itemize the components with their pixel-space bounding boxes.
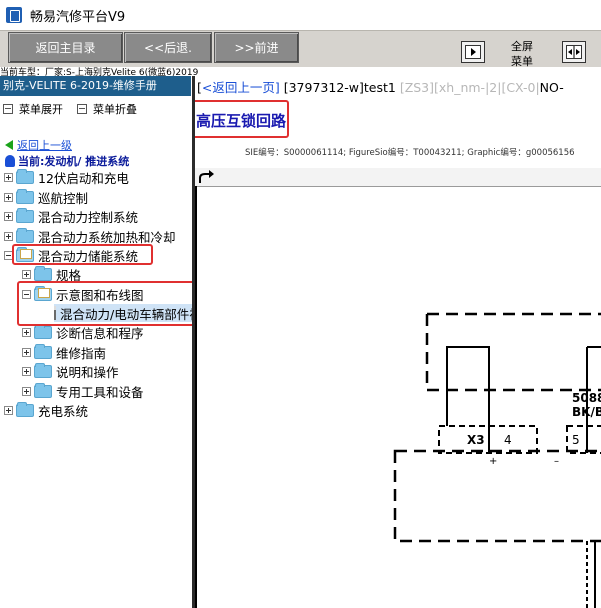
wire-color: BK/B <box>572 405 601 419</box>
split-view-button[interactable] <box>562 41 586 63</box>
tree-item-cruise-control[interactable]: 巡航控制 <box>4 188 88 206</box>
highlight-storage-system <box>12 244 153 265</box>
panel-right-icon <box>465 45 481 59</box>
document-ids: SIE编号：S0000061114; FigureSio编号：T00043211… <box>245 148 575 158</box>
expand-icon[interactable] <box>4 231 13 241</box>
tree-item-hybrid-heating[interactable]: 混合动力系统加热和冷却 <box>4 227 176 245</box>
upper-component-outline <box>425 314 601 392</box>
minus-sign: – <box>554 456 559 467</box>
tree-item-description[interactable]: 说明和操作 <box>22 362 119 380</box>
content-panel: [<返回上一页] [3797312-w]test1 [ZS3][xh_nm-|2… <box>195 76 601 608</box>
manual-header: 别克-VELITE 6-2019-维修手册 <box>0 76 191 96</box>
expand-icon[interactable] <box>22 269 31 279</box>
expand-all-icon <box>3 104 13 114</box>
highlight-title <box>195 100 289 138</box>
lower-component-outline <box>393 449 601 543</box>
expand-icon[interactable] <box>4 172 13 182</box>
plus-sign: + <box>489 456 497 467</box>
wire-code: 5088 <box>572 391 601 405</box>
folder-icon <box>34 343 52 359</box>
folder-icon <box>34 362 52 378</box>
folder-icon <box>34 265 52 281</box>
wiring-diagram: X3 4 5 5088 BK/B + – <box>195 186 601 608</box>
folder-icon <box>16 168 34 184</box>
menu-collapse-option[interactable]: 菜单折叠 <box>77 101 137 117</box>
highlight-schematics <box>17 281 196 326</box>
back-arrow-icon <box>5 140 13 150</box>
expand-icon[interactable] <box>4 405 13 415</box>
pin-b: 5 <box>572 433 580 447</box>
folder-icon <box>16 207 34 223</box>
expand-icon[interactable] <box>22 386 31 396</box>
folder-icon <box>16 227 34 243</box>
share-arrow-icon[interactable] <box>197 169 217 185</box>
split-arrows-icon <box>566 45 582 59</box>
menu-expand-option[interactable]: 菜单展开 <box>3 101 63 117</box>
expand-icon[interactable] <box>22 366 31 376</box>
window-title: 畅易汽修平台V9 <box>30 10 126 25</box>
collapse-all-icon <box>77 104 87 114</box>
back-up-link[interactable]: 返回上一级 <box>5 137 72 153</box>
expand-icon[interactable] <box>4 211 13 221</box>
breadcrumb: [<返回上一页] [3797312-w]test1 [ZS3][xh_nm-|2… <box>197 80 564 95</box>
expand-panel-button[interactable] <box>461 41 485 63</box>
back-button[interactable]: <<后退. <box>124 32 212 63</box>
tree-item-12v-starting[interactable]: 12伏启动和充电 <box>4 168 129 186</box>
tree-item-repair-guide[interactable]: 维修指南 <box>22 343 106 361</box>
folder-icon <box>34 323 52 339</box>
location-icon <box>5 155 15 167</box>
home-button[interactable]: 返回主目录 <box>8 32 123 63</box>
back-page-link[interactable]: <返回上一页] <box>202 80 280 95</box>
expand-icon[interactable] <box>22 327 31 337</box>
tree-item-charging[interactable]: 充电系统 <box>4 401 88 419</box>
connector-label: X3 <box>467 433 485 447</box>
fullscreen-menu-label[interactable]: 全屏 菜单 <box>506 39 538 69</box>
app-icon <box>6 7 22 23</box>
diagram-toolbar <box>195 168 601 187</box>
left-panel: 别克-VELITE 6-2019-维修手册 菜单展开 菜单折叠 返回上一级 当前… <box>0 76 193 608</box>
title-bar: 畅易汽修平台V9 <box>0 0 601 30</box>
expand-icon[interactable] <box>22 347 31 357</box>
folder-icon <box>34 382 52 398</box>
tree-item-special-tools[interactable]: 专用工具和设备 <box>22 382 144 400</box>
wiring-diagram-svg: X3 4 5 5088 BK/B + – <box>393 312 601 608</box>
folder-icon <box>16 401 34 417</box>
forward-button[interactable]: >>前进 <box>214 32 299 63</box>
tree-item-hybrid-control[interactable]: 混合动力控制系统 <box>4 207 138 225</box>
pin-a: 4 <box>504 433 512 447</box>
expand-icon[interactable] <box>4 192 13 202</box>
folder-icon <box>16 188 34 204</box>
